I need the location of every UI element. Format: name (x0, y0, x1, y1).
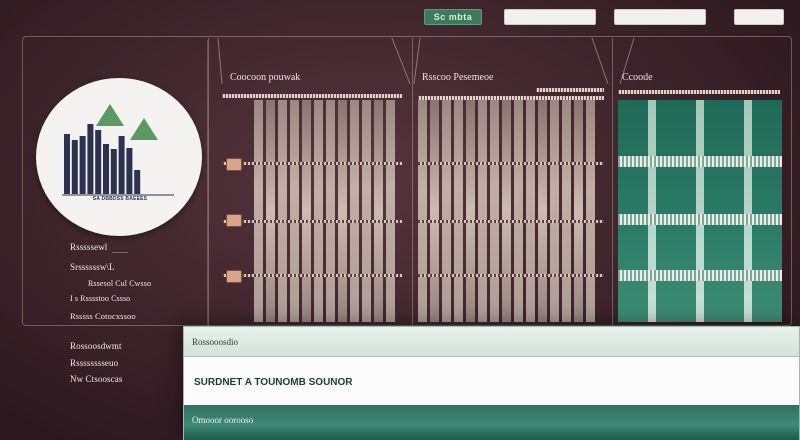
sidebar-item-2[interactable]: Srssssssw\L (70, 262, 115, 272)
green-panel-row (618, 214, 782, 225)
logo-triangle (96, 104, 124, 126)
panel-column (466, 100, 475, 322)
panel-column (374, 100, 383, 322)
sidebar-item-7[interactable]: Rsssssssseuo (70, 358, 118, 368)
row-rule (222, 162, 402, 165)
logo-bar (71, 140, 78, 194)
logo-bar (126, 148, 133, 194)
bottom-dialog: Rossooosdio SURDNET A TOUNOMB SOUNOR Omo… (183, 326, 800, 440)
sidebar-item-4[interactable]: I s Rsssstoo Cssso (70, 294, 130, 303)
logo-bar (95, 130, 102, 194)
header-strip (222, 94, 252, 98)
logo-bar (79, 136, 86, 194)
panel-column (326, 100, 335, 322)
sidebar-item-1[interactable]: Rsssssewl (70, 242, 107, 252)
panel-title-2: Rsscoo Pesemeoe (422, 72, 494, 83)
panel-title-1: Coocoon pouwak (230, 72, 301, 83)
panel-column (574, 100, 583, 322)
sidebar-item-8[interactable]: Nw Ctsooscas (70, 374, 122, 384)
panel-title-3: Ccoode (622, 72, 653, 83)
panel-column (538, 100, 547, 322)
panel-column (362, 100, 371, 322)
green-panel-column (696, 100, 704, 322)
row-rule (222, 274, 402, 277)
sidebar-item-5[interactable]: Rsssss Cotocxssoo (70, 311, 136, 321)
dialog-footer[interactable]: Omooor oorooso (184, 405, 799, 440)
panel-column (502, 100, 511, 322)
panel-column (386, 100, 395, 322)
logo-bar (103, 144, 109, 194)
row-marker-1[interactable] (226, 158, 242, 171)
panel-column (314, 100, 323, 322)
panel-column (290, 100, 299, 322)
sidebar-item-6[interactable]: Rossoosdwmt (70, 341, 122, 351)
bar-chart-logo-icon (62, 104, 174, 196)
panel-1-columns (254, 100, 395, 322)
panel-2-columns (418, 100, 595, 322)
panel-column (526, 100, 535, 322)
row-marker-3[interactable] (226, 270, 242, 283)
logo-triangle (130, 118, 158, 140)
panel-column (338, 100, 347, 322)
green-panel-column (744, 100, 752, 322)
panel-column (550, 100, 559, 322)
green-panel-row (618, 156, 782, 167)
green-panel-column (648, 100, 656, 322)
sidebar-separator (112, 252, 128, 253)
panel-column (490, 100, 499, 322)
green-panel (618, 100, 782, 322)
row-rule (418, 162, 604, 165)
panel-column (454, 100, 463, 322)
panel-column (418, 100, 427, 322)
header-strip (618, 90, 780, 94)
row-rule (418, 274, 604, 277)
panel-column (442, 100, 451, 322)
row-marker-2[interactable] (226, 214, 242, 227)
green-panel-row (618, 270, 782, 281)
panel-column (586, 100, 595, 322)
app-logo (36, 78, 202, 236)
row-rule (418, 220, 604, 223)
panel-column (278, 100, 287, 322)
panel-column (562, 100, 571, 322)
panel-column (350, 100, 359, 322)
logo-caption: SA DBBDSS BAEEES (92, 196, 148, 202)
dialog-header: Rossooosdio (184, 327, 799, 357)
logo-bar (110, 149, 117, 194)
dialog-body-text: SURDNET A TOUNOMB SOUNOR (184, 357, 799, 405)
panel-column (266, 100, 275, 322)
panel-column (478, 100, 487, 322)
panel-column (430, 100, 439, 322)
panel-column (254, 100, 263, 322)
header-strip (252, 94, 402, 98)
row-rule (222, 220, 402, 223)
panel-column (514, 100, 523, 322)
logo-bar (87, 124, 94, 194)
sidebar-item-3[interactable]: Rssesol Cul Cwsso (88, 279, 151, 288)
logo-bar (64, 134, 70, 194)
panel-column (302, 100, 311, 322)
logo-bar (134, 170, 141, 194)
logo-bar (118, 136, 125, 194)
header-strip (536, 88, 604, 92)
